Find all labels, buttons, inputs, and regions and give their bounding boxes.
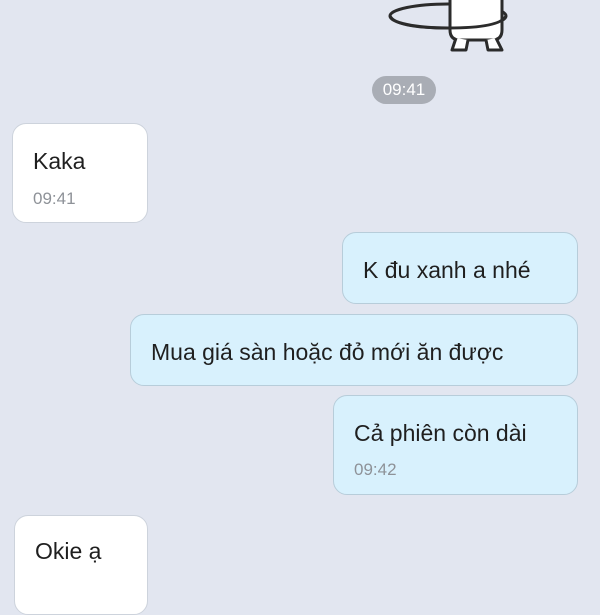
message-bubble-incoming[interactable]: Okie ạ (14, 515, 148, 615)
message-bubble-outgoing[interactable]: Cả phiên còn dài 09:42 (333, 395, 578, 495)
message-text: Cả phiên còn dài (354, 420, 527, 446)
timestamp-divider: 09:41 (372, 76, 436, 104)
message-text: Kaka (33, 148, 86, 174)
message-bubble-outgoing[interactable]: Mua giá sàn hoặc đỏ mới ăn được (130, 314, 578, 386)
message-text: Mua giá sàn hoặc đỏ mới ăn được (151, 339, 504, 365)
message-time: 09:42 (354, 460, 397, 479)
chat-thread: 09:41 Kaka 09:41 K đu xanh a nhé Mua giá… (0, 0, 600, 615)
message-bubble-outgoing[interactable]: K đu xanh a nhé (342, 232, 578, 304)
message-time: 09:41 (33, 189, 76, 208)
cat-hula-hoop-sticker-icon[interactable] (380, 0, 520, 58)
message-bubble-incoming[interactable]: Kaka 09:41 (12, 123, 148, 223)
message-text: Okie ạ (35, 538, 102, 564)
message-text: K đu xanh a nhé (363, 257, 531, 283)
